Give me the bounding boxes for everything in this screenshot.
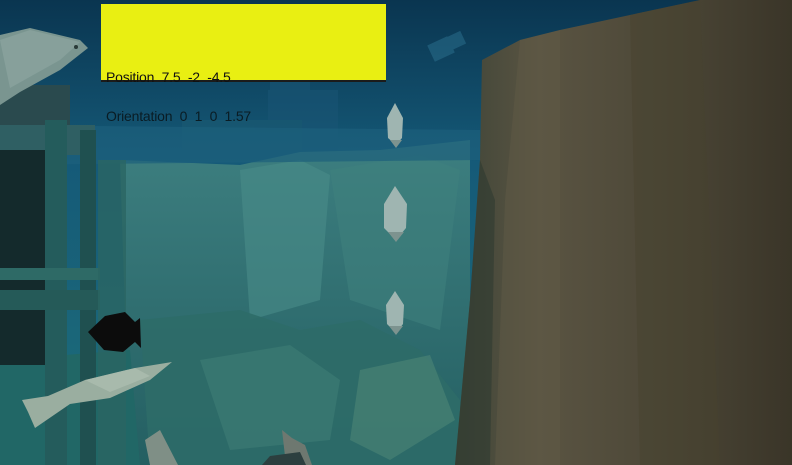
game-viewport[interactable]: Position 7.5 -2 -4.5 Orientation 0 1 0 1… (0, 0, 792, 465)
position-readout: Position 7.5 -2 -4.5 (106, 69, 231, 85)
orientation-readout: Orientation 0 1 0 1.57 (106, 108, 252, 124)
